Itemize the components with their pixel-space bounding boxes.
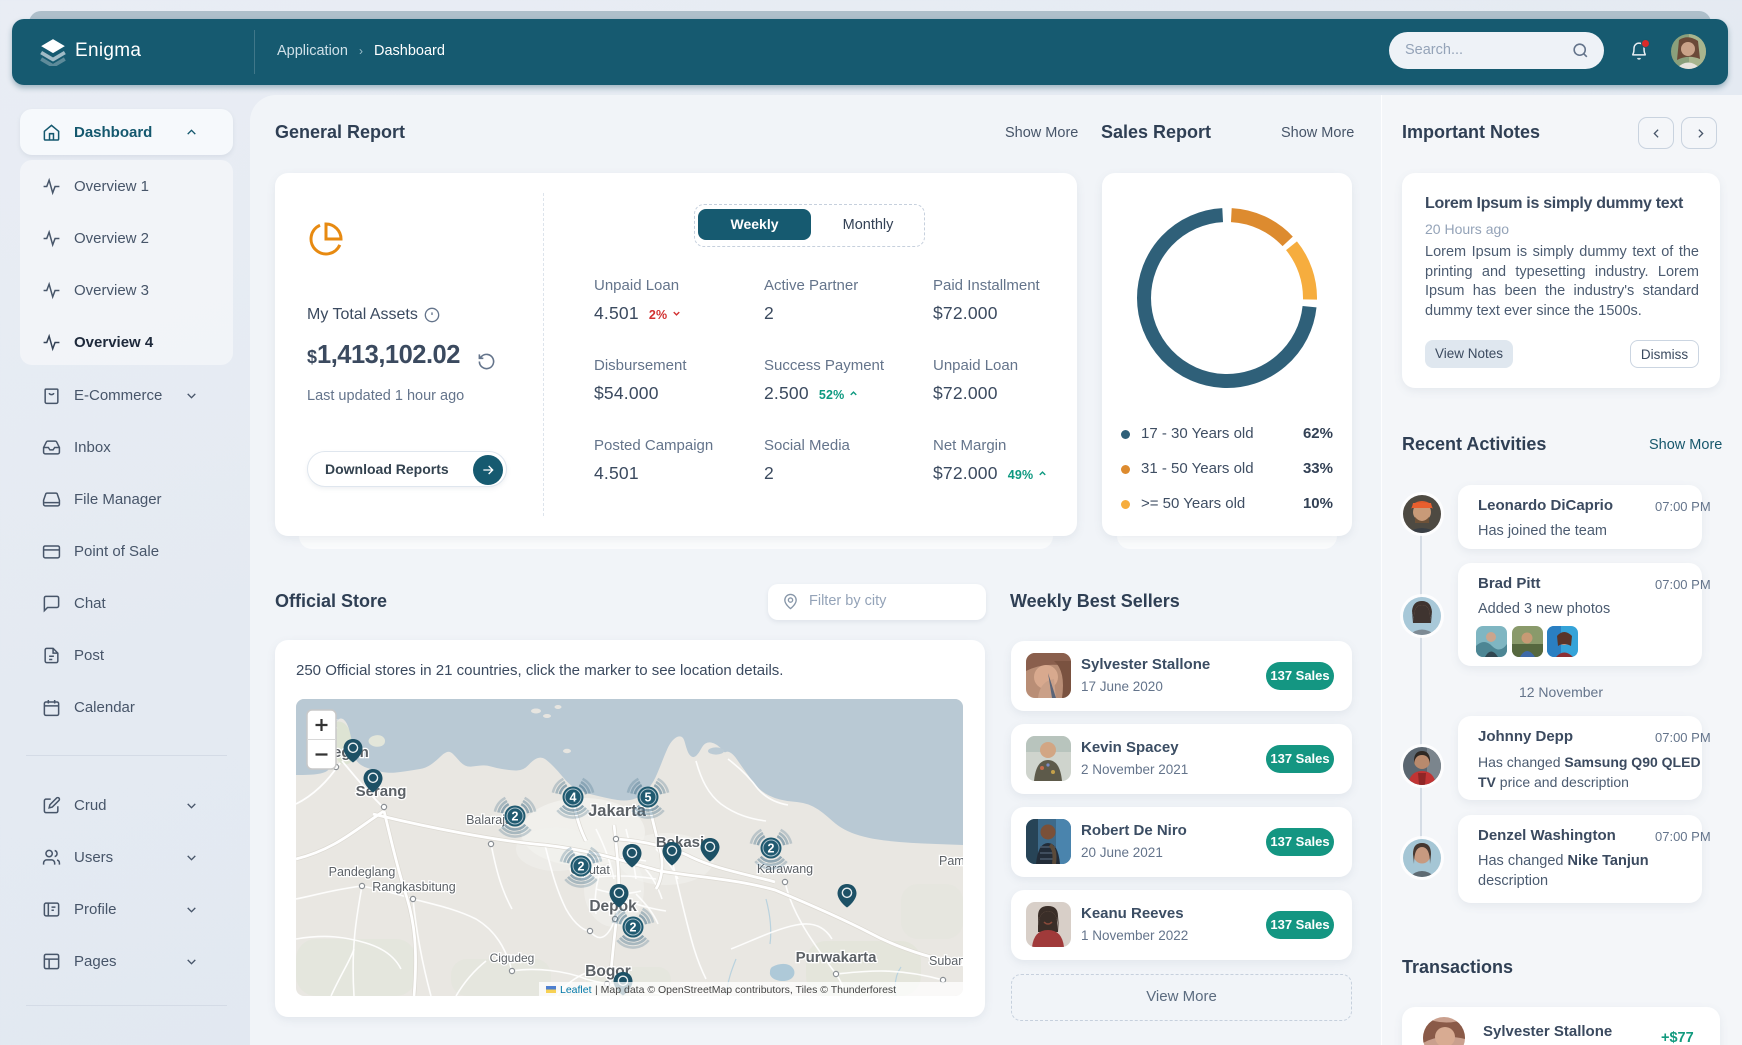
svg-text:Rangkasbitung: Rangkasbitung <box>372 880 455 894</box>
svg-text:4: 4 <box>570 791 577 805</box>
svg-text:Serang: Serang <box>356 783 407 800</box>
svg-text:Pandeglang: Pandeglang <box>329 865 396 879</box>
svg-text:Leaflet: Leaflet <box>560 984 592 996</box>
svg-text:Subang: Subang <box>929 954 963 968</box>
svg-text:5: 5 <box>645 791 652 805</box>
svg-text:2: 2 <box>512 810 519 824</box>
svg-text:2: 2 <box>768 842 775 856</box>
svg-text:2: 2 <box>630 921 637 935</box>
svg-text:Cigudeg: Cigudeg <box>490 951 535 965</box>
svg-text:Purwakarta: Purwakarta <box>796 949 878 966</box>
svg-text:| Map data © OpenStreetMap con: | Map data © OpenStreetMap contributors,… <box>595 984 896 996</box>
svg-text:Pama: Pama <box>939 854 963 868</box>
svg-text:2: 2 <box>578 860 585 874</box>
